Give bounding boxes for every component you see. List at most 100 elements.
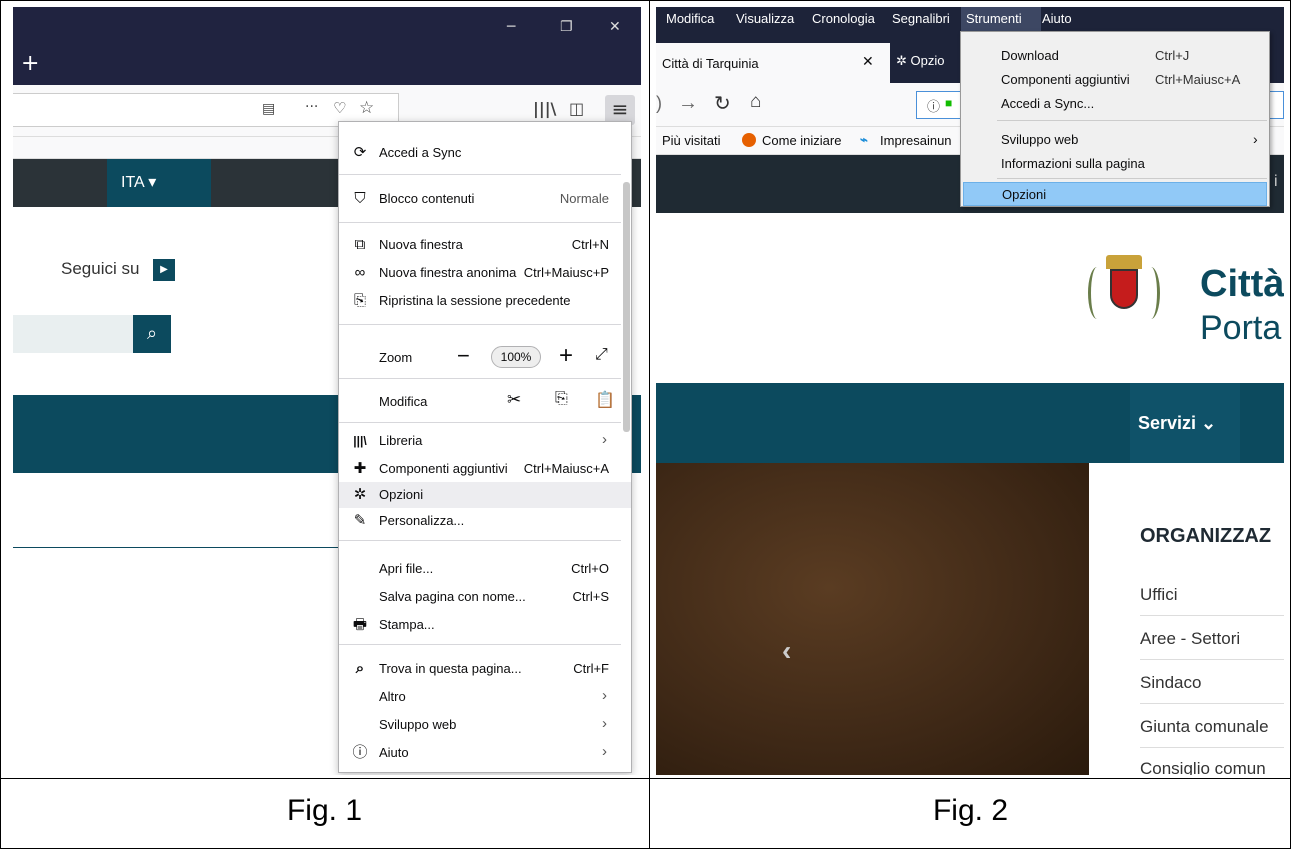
menu-separator (997, 120, 1267, 121)
link-mayor[interactable]: Sindaco (1140, 673, 1201, 693)
lock-icon: ■ (945, 96, 953, 110)
paste-icon[interactable]: 📋 (595, 390, 615, 410)
menu-addons[interactable]: ✚ Componenti aggiuntivi Ctrl+Maiusc+A (339, 456, 621, 482)
site-navbar: Servizi ⌄ (656, 383, 1284, 463)
menu-save-page[interactable]: Salva pagina con nome... Ctrl+S (339, 584, 621, 610)
zoom-out-button[interactable]: − (457, 343, 470, 369)
gear-icon: ✲ (353, 486, 367, 503)
tab-options[interactable]: ✲ Opzio (896, 53, 944, 69)
new-tab-button[interactable]: + (21, 51, 39, 76)
bookmark-getting-started[interactable]: Come iniziare (762, 133, 841, 148)
menu-options[interactable]: ✲ Opzioni (339, 482, 631, 508)
language-selector[interactable]: ITA ▾ (107, 159, 211, 207)
link-assembly[interactable]: Consiglio comun (1140, 759, 1266, 775)
app-menu-panel: ⟳ Accedi a Sync ⛉ Blocco contenuti Normale … (338, 121, 632, 773)
fig2-screenshot: Modifica Visualizza Cronologia Segnalibr… (656, 7, 1284, 775)
follow-us-label: Seguici su (61, 259, 140, 278)
menu-help[interactable]: ⓘ Aiuto › (339, 740, 621, 766)
menu-open-file[interactable]: Apri file... Ctrl+O (339, 556, 621, 582)
menu-library[interactable]: |||\ Libreria › (339, 428, 621, 454)
menu-separator (339, 222, 621, 223)
city-coat-of-arms-icon (1086, 255, 1162, 339)
menubar-view[interactable]: Visualizza (736, 11, 794, 26)
zoom-reset-button[interactable]: 100% (491, 346, 541, 368)
fullscreen-icon[interactable]: ⤢ (595, 346, 608, 364)
menu-content-blocking[interactable]: ⛉ Blocco contenuti Normale (339, 186, 621, 212)
copy-icon[interactable]: ⎘ (555, 390, 568, 408)
chevron-right-icon: › (1253, 131, 1258, 147)
zoom-in-button[interactable]: + (559, 342, 573, 370)
shield-icon: ⛉ (354, 190, 366, 207)
menu-print[interactable]: 🖶 Stampa... (339, 612, 621, 638)
restore-session-icon: ⎘ (353, 292, 366, 309)
search-input[interactable] (13, 315, 133, 353)
menu-find[interactable]: ⌕ Trova in questa pagina... Ctrl+F (339, 656, 621, 682)
link-areas[interactable]: Aree - Settori (1140, 629, 1240, 649)
link-council[interactable]: Giunta comunale (1140, 717, 1269, 737)
menu-private-window[interactable]: ∞ Nuova finestra anonima Ctrl+Maiusc+P (339, 260, 621, 286)
chevron-right-icon: › (602, 687, 607, 704)
library-icon[interactable]: |||\ (533, 99, 556, 118)
firefox-titlebar: + ─ ❐ ✕ (13, 7, 641, 85)
menu-separator (339, 324, 621, 325)
bookmark-impresa[interactable]: Impresainun (880, 133, 952, 148)
tools-download[interactable]: Download Ctrl+J (963, 44, 1267, 68)
menu-scrollbar[interactable] (623, 182, 630, 432)
reload-icon[interactable]: ↻ (714, 91, 731, 116)
page-actions-icon[interactable]: ··· (305, 99, 318, 115)
menu-sync[interactable]: ⟳ Accedi a Sync (339, 140, 621, 166)
pocket-icon[interactable]: ♡ (333, 99, 346, 117)
menu-separator (339, 540, 621, 541)
site-subtitle: Porta (1200, 309, 1282, 347)
menu-more[interactable]: Altro › (339, 684, 621, 710)
site-title: Città (1200, 263, 1284, 305)
search-icon[interactable]: ⌕ (133, 315, 171, 353)
menubar-edit[interactable]: Modifica (666, 11, 714, 26)
tools-webdev[interactable]: Sviluppo web › (963, 128, 1267, 152)
printer-icon: 🖶 (352, 616, 368, 633)
mask-icon: ∞ (354, 264, 366, 281)
tools-dropdown-menu: Download Ctrl+J Componenti aggiuntivi Ctrl… (960, 31, 1270, 207)
home-icon[interactable]: ⌂ (750, 91, 761, 113)
tools-addons[interactable]: Componenti aggiuntivi Ctrl+Maiusc+A (963, 68, 1267, 92)
hero-image: ‹ (656, 463, 1089, 775)
menu-separator (339, 422, 621, 423)
menubar-tools[interactable]: Strumenti (966, 11, 1022, 26)
sync-icon: ⟳ (353, 144, 367, 161)
menu-restore-session[interactable]: ⎘ Ripristina la sessione precedente (339, 288, 621, 314)
menubar-help[interactable]: Aiuto (1042, 11, 1072, 26)
tools-page-info[interactable]: Informazioni sulla pagina (963, 152, 1267, 176)
menu-new-window[interactable]: ⧉ Nuova finestra Ctrl+N (339, 232, 621, 258)
link-offices[interactable]: Uffici (1140, 585, 1177, 605)
gear-icon: ✲ (896, 53, 911, 68)
tab-tarquinia[interactable]: Città di Tarquinia ✕ (656, 43, 890, 83)
menubar-bookmarks[interactable]: Segnalibri (892, 11, 950, 26)
library-icon: |||\ (353, 434, 367, 448)
cut-icon[interactable]: ✂ (507, 390, 521, 410)
close-button[interactable]: ✕ (609, 19, 621, 35)
bookmark-star-icon[interactable]: ☆ (359, 98, 374, 118)
restore-button[interactable]: ❐ (560, 19, 573, 35)
forward-icon[interactable]: → (678, 92, 698, 115)
close-tab-icon[interactable]: ✕ (862, 53, 874, 70)
tools-options[interactable]: Opzioni (963, 182, 1267, 206)
menu-webdev[interactable]: Sviluppo web › (339, 712, 621, 738)
sidebar-icon[interactable]: ◫ (569, 99, 584, 118)
nav-services[interactable]: Servizi ⌄ (1130, 383, 1240, 463)
tools-sync[interactable]: Accedi a Sync... (963, 92, 1267, 116)
youtube-icon[interactable]: ▶ (153, 259, 175, 281)
back-icon[interactable]: ) (656, 93, 662, 114)
info-icon[interactable]: ⓘ (927, 96, 940, 115)
brush-icon: ✎ (353, 512, 367, 529)
menu-edit: Modifica ✂ ⎘ 📋 (379, 390, 615, 410)
menu-bar: Modifica Visualizza Cronologia Segnalibr… (656, 7, 1284, 31)
help-icon: ⓘ (352, 744, 368, 761)
carousel-prev-icon[interactable]: ‹ (782, 635, 791, 667)
menu-customize[interactable]: ✎ Personalizza... (339, 508, 621, 534)
menubar-history[interactable]: Cronologia (812, 11, 875, 26)
chevron-right-icon: › (602, 743, 607, 760)
minimize-button[interactable]: ─ (507, 19, 515, 35)
bookmark-most-visited[interactable]: Più visitati (662, 133, 721, 148)
reader-view-icon[interactable]: ▤ (262, 101, 275, 117)
caption-fig2: Fig. 2 (932, 794, 1009, 827)
